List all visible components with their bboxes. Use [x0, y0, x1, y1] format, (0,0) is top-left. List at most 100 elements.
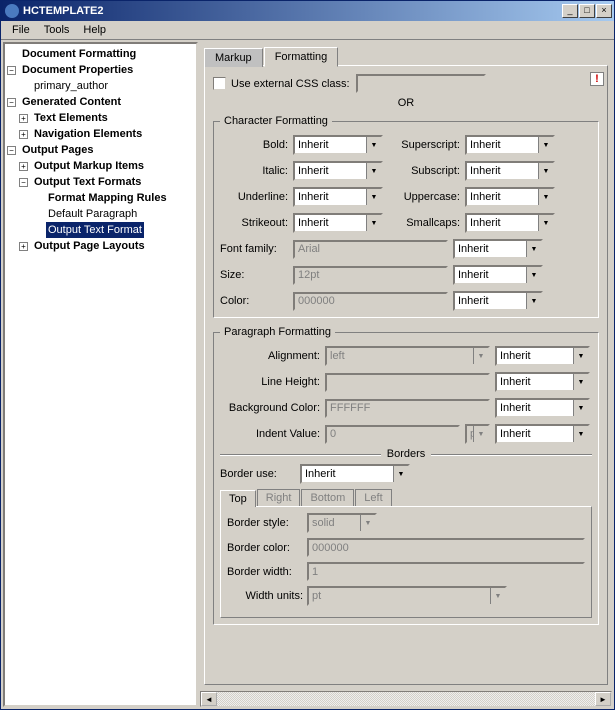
border-use-select[interactable]: Inherit▼ [300, 464, 410, 484]
tree-output-pages[interactable]: Output Pages [20, 142, 96, 158]
border-tab-bottom[interactable]: Bottom [301, 489, 354, 506]
underline-label: Underline: [220, 191, 288, 203]
tab-markup[interactable]: Markup [204, 48, 263, 67]
expand-icon[interactable]: + [19, 130, 28, 139]
bg-color-mode-select[interactable]: Inherit▼ [495, 398, 590, 418]
line-height-input[interactable] [325, 373, 490, 392]
chevron-down-icon: ▼ [366, 215, 381, 231]
menu-help[interactable]: Help [76, 22, 113, 38]
scroll-right-icon[interactable]: ► [595, 692, 611, 706]
font-family-input[interactable] [293, 240, 448, 259]
indent-mode-select[interactable]: Inherit▼ [495, 424, 590, 444]
tab-formatting[interactable]: Formatting [264, 47, 339, 67]
horizontal-scrollbar[interactable]: ◄ ► [200, 691, 612, 707]
strikeout-select[interactable]: Inherit▼ [293, 213, 383, 233]
external-css-input[interactable] [356, 74, 486, 93]
border-style-label: Border style: [227, 517, 303, 529]
expand-icon[interactable]: + [19, 162, 28, 171]
content-pane: Markup Formatting Use external CSS class… [200, 42, 612, 707]
tree-nav-elements[interactable]: Navigation Elements [32, 126, 144, 142]
alignment-mode-select[interactable]: Inherit▼ [495, 346, 590, 366]
chevron-down-icon: ▼ [473, 348, 488, 364]
chevron-down-icon: ▼ [366, 189, 381, 205]
tree-doc-properties[interactable]: Document Properties [20, 62, 135, 78]
smallcaps-select[interactable]: Inherit▼ [465, 213, 555, 233]
border-width-input[interactable] [307, 562, 585, 581]
tree-output-text-format[interactable]: Output Text Format [46, 222, 144, 238]
external-css-checkbox[interactable] [213, 77, 226, 90]
expand-icon[interactable]: + [19, 242, 28, 251]
bold-select[interactable]: Inherit▼ [293, 135, 383, 155]
tree-format-mapping-rules[interactable]: Format Mapping Rules [46, 190, 169, 206]
tree-text-elements[interactable]: Text Elements [32, 110, 110, 126]
tree-doc-formatting[interactable]: Document Formatting [20, 46, 138, 62]
expand-icon[interactable]: + [19, 114, 28, 123]
minimize-button[interactable]: _ [562, 4, 578, 18]
maximize-button[interactable]: □ [579, 4, 595, 18]
or-divider: OR [213, 97, 599, 109]
border-color-input[interactable] [307, 538, 585, 557]
subscript-select[interactable]: Inherit▼ [465, 161, 555, 181]
color-mode-select[interactable]: Inherit▼ [453, 291, 543, 311]
font-family-mode-select[interactable]: Inherit▼ [453, 239, 543, 259]
font-family-label: Font family: [220, 243, 288, 255]
chevron-down-icon: ▼ [538, 215, 553, 231]
color-input[interactable] [293, 292, 448, 311]
scroll-left-icon[interactable]: ◄ [201, 692, 217, 706]
bold-label: Bold: [220, 139, 288, 151]
collapse-icon[interactable]: − [19, 178, 28, 187]
chevron-down-icon: ▼ [538, 189, 553, 205]
chevron-down-icon: ▼ [538, 163, 553, 179]
line-height-mode-select[interactable]: Inherit▼ [495, 372, 590, 392]
tree-generated-content[interactable]: Generated Content [20, 94, 123, 110]
width-units-select[interactable]: pt▼ [307, 586, 507, 606]
chevron-down-icon: ▼ [538, 137, 553, 153]
size-label: Size: [220, 269, 288, 281]
borders-caption: Borders [381, 448, 432, 460]
collapse-icon[interactable]: − [7, 66, 16, 75]
alignment-select[interactable]: left▼ [325, 346, 490, 366]
italic-select[interactable]: Inherit▼ [293, 161, 383, 181]
indent-value-input[interactable] [325, 425, 460, 444]
tree-output-page-layouts[interactable]: Output Page Layouts [32, 238, 147, 254]
size-input[interactable] [293, 266, 448, 285]
tree-output-markup-items[interactable]: Output Markup Items [32, 158, 146, 174]
titlebar: HCTEMPLATE2 _ □ × [1, 1, 614, 21]
chevron-down-icon: ▼ [526, 293, 541, 309]
alert-icon[interactable]: ! [590, 72, 604, 86]
indent-unit-select[interactable]: pt▼ [465, 424, 490, 444]
uppercase-select[interactable]: Inherit▼ [465, 187, 555, 207]
chevron-down-icon: ▼ [366, 137, 381, 153]
char-fmt-legend: Character Formatting [220, 115, 332, 127]
tree-output-text-formats[interactable]: Output Text Formats [32, 174, 143, 190]
tree-pane[interactable]: Document Formatting −Document Properties… [3, 42, 198, 707]
collapse-icon[interactable]: − [7, 146, 16, 155]
character-formatting-group: Character Formatting Bold: Inherit▼ Supe… [213, 115, 599, 318]
collapse-icon[interactable]: − [7, 98, 16, 107]
color-label: Color: [220, 295, 288, 307]
tree-default-paragraph[interactable]: Default Paragraph [46, 206, 139, 222]
menu-tools[interactable]: Tools [37, 22, 77, 38]
bg-color-input[interactable] [325, 399, 490, 418]
superscript-select[interactable]: Inherit▼ [465, 135, 555, 155]
close-button[interactable]: × [596, 4, 612, 18]
border-detail-box: Border style: solid▼ Border color: Borde… [220, 506, 592, 618]
tree-primary-author[interactable]: primary_author [32, 78, 110, 94]
border-color-label: Border color: [227, 542, 303, 554]
size-mode-select[interactable]: Inherit▼ [453, 265, 543, 285]
border-use-label: Border use: [220, 468, 296, 480]
border-tab-top[interactable]: Top [220, 490, 256, 507]
menu-file[interactable]: File [5, 22, 37, 38]
para-fmt-legend: Paragraph Formatting [220, 326, 335, 338]
external-css-label: Use external CSS class: [231, 78, 350, 90]
paragraph-formatting-group: Paragraph Formatting Alignment: left▼ In… [213, 326, 599, 625]
chevron-down-icon: ▼ [360, 515, 375, 531]
border-tab-left[interactable]: Left [355, 489, 391, 506]
chevron-down-icon: ▼ [526, 241, 541, 257]
underline-select[interactable]: Inherit▼ [293, 187, 383, 207]
border-style-select[interactable]: solid▼ [307, 513, 377, 533]
indent-value-label: Indent Value: [220, 428, 320, 440]
border-tab-right[interactable]: Right [257, 489, 301, 506]
chevron-down-icon: ▼ [573, 348, 588, 364]
app-window: HCTEMPLATE2 _ □ × File Tools Help Docume… [0, 0, 615, 710]
